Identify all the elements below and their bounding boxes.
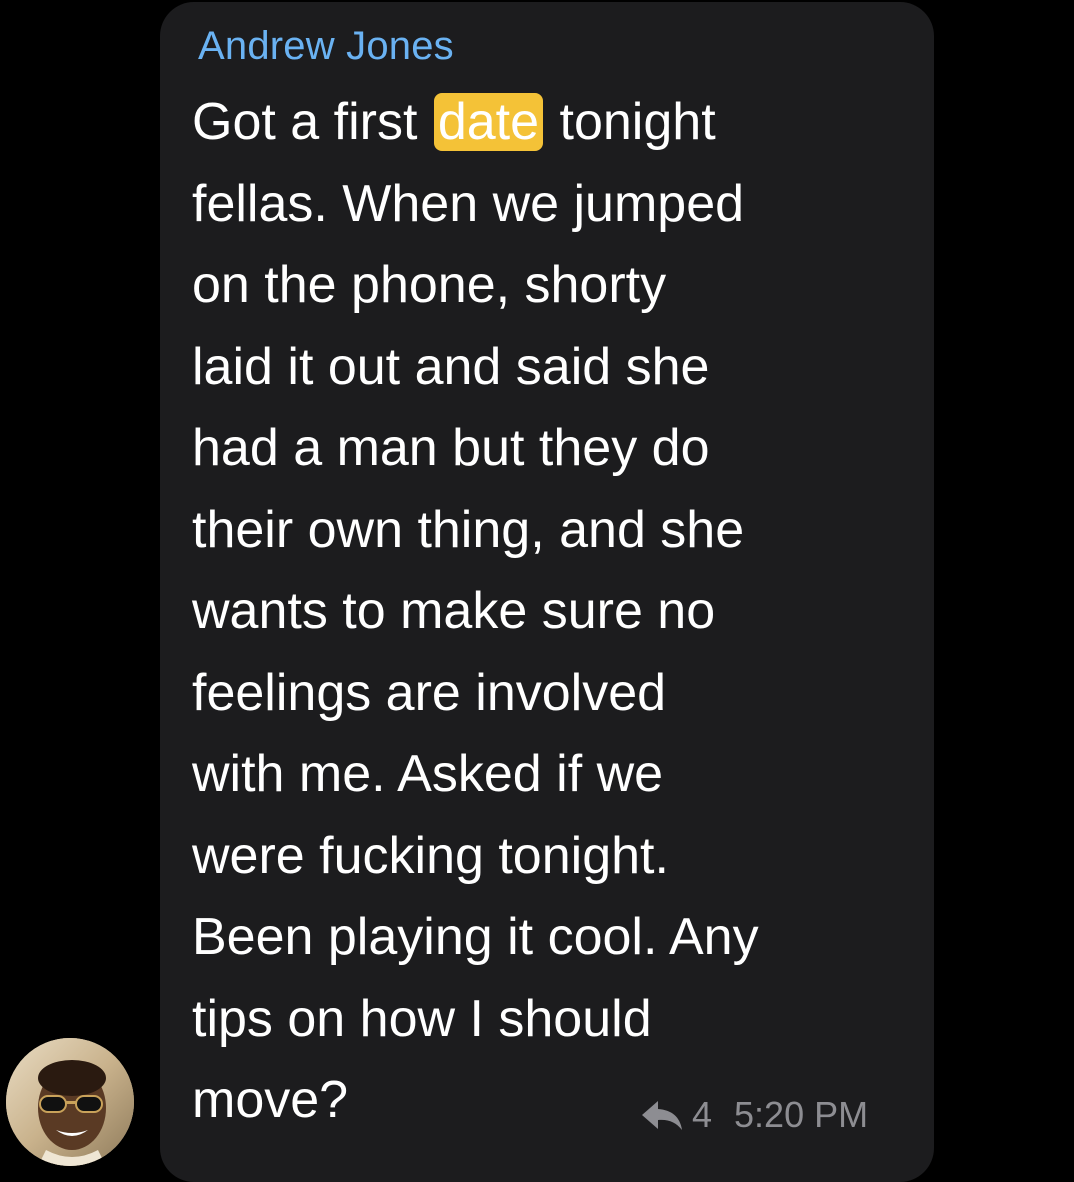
message-line: were fucking tonight.: [192, 826, 669, 885]
message-line: had a man but they do: [192, 419, 710, 477]
message-line: wants to make sure no: [192, 582, 716, 640]
search-highlight: date: [433, 93, 544, 151]
message-time: 5:20 PM: [734, 1094, 869, 1135]
message-line: Been playing it cool. Any: [192, 908, 759, 966]
user-avatar-photo: [6, 1038, 134, 1166]
message-line: Got a first date tonight: [192, 93, 716, 151]
message-line: with me. Asked if we: [192, 745, 664, 803]
message-line: tips on how I should: [192, 989, 652, 1048]
message-line: laid it out and said she: [192, 337, 710, 396]
message-line: their own thing, and she: [192, 500, 745, 559]
reply-arrow-icon[interactable]: [640, 1097, 684, 1133]
avatar[interactable]: [6, 1038, 134, 1166]
reply-count[interactable]: 4: [692, 1094, 712, 1136]
message-line: feelings are involved: [192, 663, 667, 722]
message-meta: 4 5:20 PM: [640, 1093, 868, 1137]
sender-name[interactable]: Andrew Jones: [198, 20, 454, 72]
message-text: Got a first date tonight fellas. When we…: [192, 82, 912, 1142]
message-line: fellas. When we jumped: [192, 174, 745, 233]
message-line: on the phone, shorty: [192, 256, 667, 314]
